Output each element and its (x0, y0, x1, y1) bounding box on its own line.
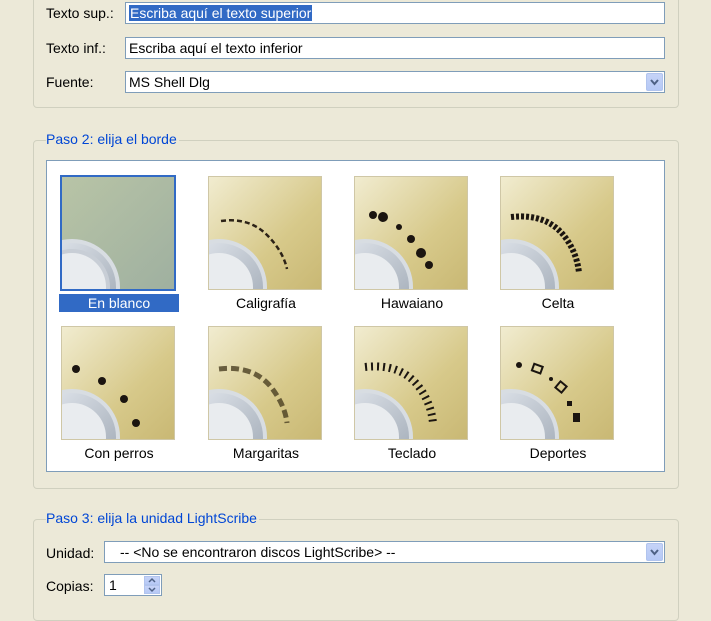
chevron-down-icon (148, 587, 156, 593)
border-label: Deportes (529, 445, 587, 461)
border-tile-hawaiian[interactable]: Hawaiano (352, 174, 472, 324)
bottom-text-label: Texto inf.: (46, 40, 106, 56)
border-label: Celta (541, 295, 575, 311)
step3-group (33, 519, 679, 621)
border-gallery: En blanco Caligrafía Hawaiano Celta Con … (46, 160, 665, 472)
border-tile-dogs[interactable]: Con perros (59, 324, 179, 474)
celtic-disc-image (500, 176, 614, 290)
hawaiian-disc-image (354, 176, 468, 290)
blank-disc-image (60, 175, 176, 291)
border-tile-daisies[interactable]: Margaritas (206, 324, 326, 474)
top-text-label: Texto sup.: (46, 5, 114, 21)
top-text-input[interactable]: Escriba aquí el texto superior (125, 2, 665, 24)
border-tile-celtic[interactable]: Celta (498, 174, 618, 324)
spin-down-button[interactable] (144, 585, 160, 594)
step2-title: Paso 2: elija el borde (46, 131, 179, 147)
border-tile-calligraphy[interactable]: Caligrafía (206, 174, 326, 324)
font-select-value: MS Shell Dlg (129, 74, 210, 90)
drive-select-value: -- <No se encontraron discos LightScribe… (120, 544, 396, 560)
copies-label: Copias: (46, 578, 94, 594)
drive-dropdown-button[interactable] (646, 543, 663, 561)
dogs-disc-image (61, 326, 175, 440)
font-label: Fuente: (46, 74, 94, 90)
drive-select[interactable]: -- <No se encontraron discos LightScribe… (104, 541, 665, 563)
chevron-up-icon (148, 577, 156, 583)
border-label: Con perros (84, 445, 154, 461)
chevron-down-icon (650, 79, 659, 86)
chevron-down-icon (650, 549, 659, 556)
border-tile-blank[interactable]: En blanco (59, 174, 179, 324)
calligraphy-disc-image (208, 176, 322, 290)
bottom-text-input[interactable]: Escriba aquí el texto inferior (125, 37, 665, 59)
daisies-disc-image (208, 326, 322, 440)
border-label: Caligrafía (236, 295, 296, 311)
bottom-text-value: Escriba aquí el texto inferior (129, 40, 303, 56)
sports-disc-image (500, 326, 614, 440)
top-text-value: Escriba aquí el texto superior (129, 5, 313, 21)
border-label: Hawaiano (380, 295, 444, 311)
border-label: Margaritas (232, 445, 300, 461)
copies-value[interactable]: 1 (109, 577, 117, 593)
border-label: En blanco (59, 294, 179, 312)
border-tile-keyboard[interactable]: Teclado (352, 324, 472, 474)
border-tile-sports[interactable]: Deportes (498, 324, 618, 474)
keyboard-disc-image (354, 326, 468, 440)
copies-spinner[interactable]: 1 (104, 574, 162, 596)
spin-up-button[interactable] (144, 576, 160, 585)
font-select[interactable]: MS Shell Dlg (125, 71, 665, 93)
font-dropdown-button[interactable] (646, 73, 663, 91)
step3-title: Paso 3: elija la unidad LightScribe (46, 510, 259, 526)
border-label: Teclado (387, 445, 437, 461)
drive-label: Unidad: (46, 545, 95, 561)
